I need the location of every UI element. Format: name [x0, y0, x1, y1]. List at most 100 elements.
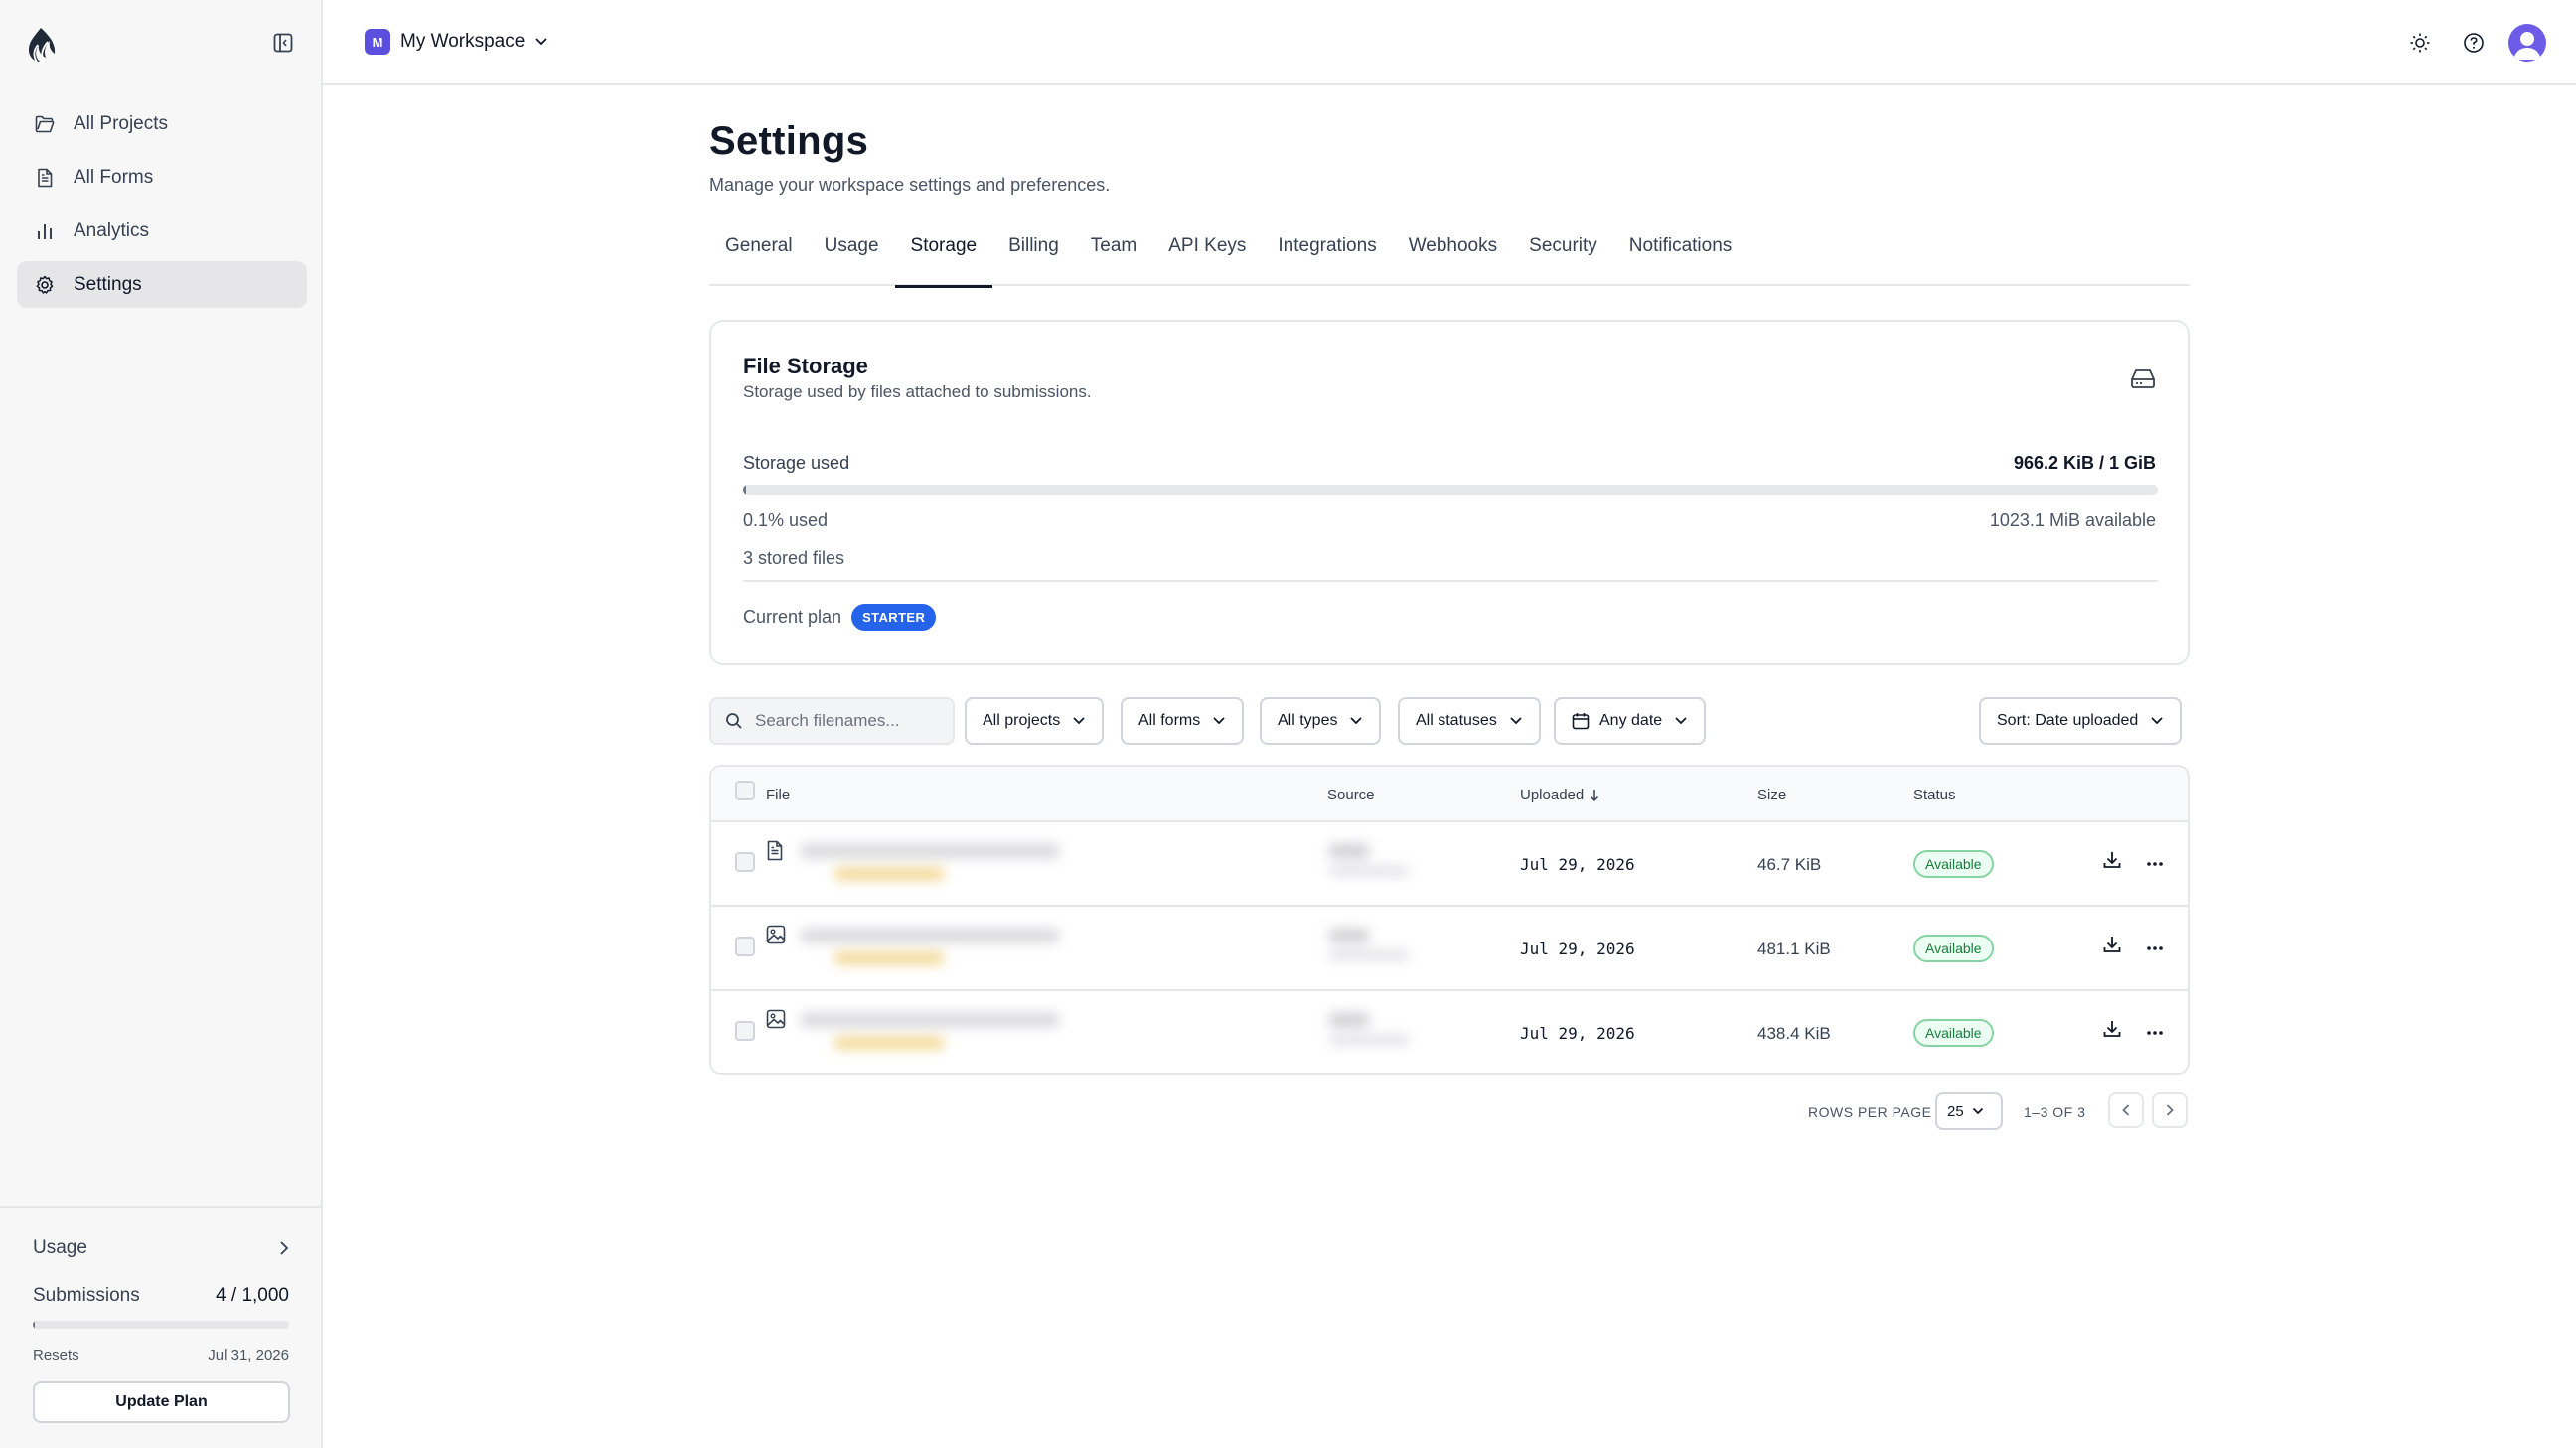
gear-icon [35, 275, 55, 295]
document-icon [766, 840, 784, 866]
uploaded-header-label: Uploaded [1520, 787, 1585, 803]
table-row[interactable]: Jul 29, 2026 438.4 KiB Available [711, 991, 2188, 1073]
submissions-label: Submissions [33, 1285, 140, 1306]
search-box[interactable] [709, 697, 955, 745]
tab-usage[interactable]: Usage [809, 234, 895, 286]
redacted-filename [795, 1003, 1083, 1067]
redacted-source [1315, 836, 1425, 896]
column-header-file[interactable]: File [766, 787, 790, 803]
tab-security[interactable]: Security [1513, 234, 1613, 286]
workspace-switcher[interactable]: M My Workspace [365, 29, 548, 55]
uploaded-date: Jul 29, 2026 [1520, 1024, 1635, 1043]
date-filter-dropdown[interactable]: Any date [1554, 697, 1707, 745]
chevron-down-icon [2151, 717, 2163, 725]
submissions-progress-fill [33, 1321, 36, 1329]
row-checkbox[interactable] [735, 937, 755, 956]
tab-billing[interactable]: Billing [992, 234, 1075, 286]
row-checkbox[interactable] [735, 1021, 755, 1041]
statuses-filter-label: All statuses [1416, 712, 1497, 729]
rows-per-page-select[interactable]: 25 [1935, 1092, 2003, 1130]
chevron-down-icon [1350, 717, 1363, 725]
user-avatar[interactable] [2508, 24, 2546, 62]
chevron-down-icon [1510, 717, 1522, 725]
storage-available: 1023.1 MiB available [1989, 510, 2156, 530]
folder-icon [35, 114, 55, 134]
column-header-source[interactable]: Source [1327, 787, 1375, 803]
redacted-filename [795, 834, 1083, 898]
storage-progress-fill [743, 485, 746, 495]
row-checkbox[interactable] [735, 852, 755, 872]
more-options-icon[interactable] [2146, 939, 2164, 956]
sidebar: All Projects All Forms Analytics Setting… [0, 0, 323, 1448]
previous-page-button[interactable] [2108, 1092, 2144, 1128]
tab-notifications[interactable]: Notifications [1613, 234, 1748, 286]
sort-dropdown[interactable]: Sort: Date uploaded [1979, 697, 2183, 745]
submissions-progress-bar [33, 1321, 289, 1329]
update-plan-button[interactable]: Update Plan [33, 1381, 290, 1423]
search-input[interactable] [755, 711, 934, 731]
file-storage-card: File Storage Storage used by files attac… [709, 320, 2190, 665]
chevron-down-icon [1675, 717, 1687, 725]
table-row[interactable]: Jul 29, 2026 46.7 KiB Available [711, 822, 2188, 907]
tab-storage[interactable]: Storage [894, 234, 993, 288]
status-badge: Available [1913, 1019, 1994, 1047]
divider [743, 580, 2158, 582]
storage-used-label: Storage used [743, 453, 850, 473]
page-title: Settings [709, 119, 869, 163]
resets-row: Resets Jul 31, 2026 [33, 1347, 289, 1364]
workspace-badge: M [365, 29, 390, 55]
sidebar-item-analytics[interactable]: Analytics [17, 208, 307, 254]
help-icon[interactable] [2455, 24, 2493, 62]
sidebar-item-label: All Projects [74, 112, 169, 134]
download-icon[interactable] [2102, 850, 2122, 875]
sun-theme-icon[interactable] [2401, 24, 2439, 62]
download-icon[interactable] [2102, 1019, 2122, 1044]
sidebar-toggle-icon[interactable] [270, 30, 296, 56]
column-header-uploaded[interactable]: Uploaded [1520, 787, 1599, 803]
types-filter-label: All types [1278, 712, 1338, 729]
table-row[interactable]: Jul 29, 2026 481.1 KiB Available [711, 907, 2188, 991]
more-options-icon[interactable] [2146, 854, 2164, 872]
statuses-filter-dropdown[interactable]: All statuses [1398, 697, 1541, 745]
more-options-icon[interactable] [2146, 1023, 2164, 1041]
usage-panel: Usage Submissions 4 / 1,000 Resets Jul 3… [0, 1206, 321, 1448]
redacted-source [1315, 921, 1425, 980]
plan-badge: STARTER [851, 604, 937, 631]
hard-drive-icon [2130, 367, 2156, 394]
file-size: 438.4 KiB [1757, 1024, 1831, 1043]
pagination: ROWS PER PAGE 25 1–3 OF 3 [709, 1090, 2190, 1130]
sidebar-item-all-forms[interactable]: All Forms [17, 154, 307, 201]
column-header-size[interactable]: Size [1757, 787, 1786, 803]
chevron-right-icon [2166, 1104, 2174, 1116]
arrow-down-icon [1591, 789, 1599, 801]
usage-link[interactable]: Usage [33, 1237, 289, 1259]
card-subtitle: Storage used by files attached to submis… [743, 382, 1092, 401]
download-icon[interactable] [2102, 935, 2122, 959]
topbar-actions [2385, 24, 2546, 62]
sidebar-item-settings[interactable]: Settings [17, 261, 307, 308]
flame-logo-icon[interactable] [24, 25, 60, 65]
file-size: 481.1 KiB [1757, 940, 1831, 958]
uploaded-date: Jul 29, 2026 [1520, 940, 1635, 958]
calendar-icon [1572, 713, 1590, 730]
types-filter-dropdown[interactable]: All types [1260, 697, 1382, 745]
sidebar-item-all-projects[interactable]: All Projects [17, 100, 307, 147]
card-title: File Storage [743, 354, 868, 378]
sidebar-item-label: Settings [74, 273, 142, 295]
tab-general[interactable]: General [709, 234, 809, 286]
tab-team[interactable]: Team [1075, 234, 1152, 286]
select-all-checkbox[interactable] [735, 781, 755, 800]
stored-files-count: 3 stored files [743, 548, 845, 568]
tab-webhooks[interactable]: Webhooks [1393, 234, 1513, 286]
projects-filter-dropdown[interactable]: All projects [965, 697, 1105, 745]
next-page-button[interactable] [2152, 1092, 2188, 1128]
tab-integrations[interactable]: Integrations [1262, 234, 1392, 286]
tab-api-keys[interactable]: API Keys [1152, 234, 1262, 286]
chevron-left-icon [2122, 1104, 2130, 1116]
redacted-filename [795, 919, 1083, 982]
forms-filter-dropdown[interactable]: All forms [1121, 697, 1245, 745]
sort-label: Sort: Date uploaded [1997, 712, 2139, 729]
document-icon [35, 168, 55, 188]
page-subtitle: Manage your workspace settings and prefe… [709, 175, 1111, 195]
column-header-status[interactable]: Status [1913, 787, 1956, 803]
